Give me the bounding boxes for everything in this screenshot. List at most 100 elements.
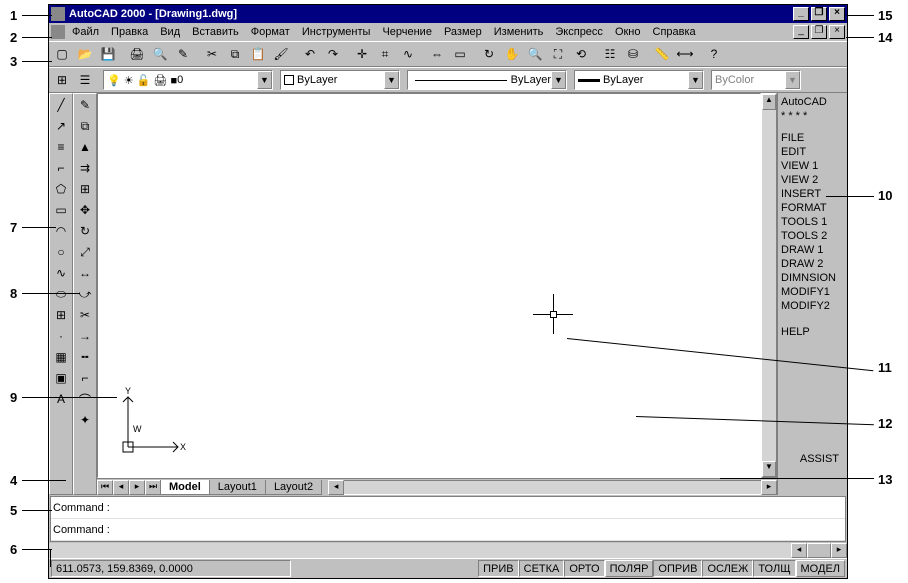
array-icon[interactable]: ⊞ [75, 179, 96, 199]
screen-menu-dimnsion[interactable]: DIMNSION [781, 271, 844, 285]
screen-menu-file[interactable]: FILE [781, 131, 844, 145]
redo-icon[interactable]: ↷ [322, 44, 344, 65]
explode-icon[interactable]: ✦ [75, 410, 96, 430]
zoom-realtime-icon[interactable]: 🔍 [524, 44, 546, 65]
polygon-icon[interactable]: ⬠ [51, 179, 72, 199]
dimension-icon[interactable]: ⟷ [674, 44, 696, 65]
hatch-icon[interactable]: ▦ [51, 347, 72, 367]
dropdown-icon[interactable]: ▼ [384, 71, 399, 89]
color-combo[interactable]: ByLayer ▼ [280, 70, 400, 90]
scroll-up-icon[interactable]: ▲ [762, 94, 776, 110]
dbconnect-icon[interactable]: ⛁ [622, 44, 644, 65]
app-icon[interactable] [51, 7, 65, 21]
break-icon[interactable]: ╍ [75, 347, 96, 367]
minimize-button[interactable]: _ [793, 7, 809, 21]
block-icon[interactable]: ⊞ [51, 305, 72, 325]
status-grid[interactable]: СЕТКА [519, 560, 565, 577]
ucs-icon[interactable]: ⌗ [374, 44, 396, 65]
status-model[interactable]: МОДЕЛ [796, 560, 845, 577]
status-osnap[interactable]: ОПРИВ [653, 560, 702, 577]
mdi-restore-button[interactable]: ❐ [811, 25, 827, 39]
spell-icon[interactable]: ✎ [172, 44, 194, 65]
print-icon[interactable]: 🖨 [126, 44, 148, 65]
pan-icon[interactable]: ✋ [501, 44, 523, 65]
dropdown-icon[interactable]: ▼ [551, 71, 566, 89]
horizontal-scrollbar[interactable]: ◂ ▸ [328, 480, 777, 495]
screen-menu-draw1[interactable]: DRAW 1 [781, 243, 844, 257]
tab-next-icon[interactable]: ▸ [129, 480, 145, 495]
tab-layout2[interactable]: Layout2 [265, 480, 322, 495]
scroll-left-icon[interactable]: ◂ [791, 543, 807, 558]
pline-icon[interactable]: ⌐ [51, 158, 72, 178]
screen-menu-view1[interactable]: VIEW 1 [781, 159, 844, 173]
rectangle-icon[interactable]: ▭ [51, 200, 72, 220]
tab-layout1[interactable]: Layout1 [209, 480, 266, 495]
screen-menu-modify2[interactable]: MODIFY2 [781, 299, 844, 313]
new-icon[interactable]: ▢ [51, 44, 73, 65]
mline-icon[interactable]: ≡ [51, 137, 72, 157]
screen-menu-view2[interactable]: VIEW 2 [781, 173, 844, 187]
line-icon[interactable]: ╱ [51, 95, 72, 115]
scroll-right-icon[interactable]: ▸ [831, 543, 847, 558]
scroll-thumb[interactable] [807, 543, 831, 558]
stretch-icon[interactable]: ↔ [75, 263, 96, 283]
make-layer-current-icon[interactable]: ⊞ [51, 70, 73, 91]
menu-window[interactable]: Окно [610, 26, 646, 38]
screen-menu-assist[interactable]: ASSIST [800, 452, 839, 466]
status-ortho[interactable]: ОРТО [564, 560, 604, 577]
extend-icon[interactable]: → [75, 326, 96, 346]
ellipse-icon[interactable]: ⬭ [51, 284, 72, 304]
tab-model[interactable]: Model [160, 480, 210, 495]
status-snap[interactable]: ПРИВ [478, 560, 519, 577]
rotate-icon[interactable]: ↻ [75, 221, 96, 241]
distance-icon[interactable]: ⇔ [426, 44, 448, 65]
tab-last-icon[interactable]: ⏭ [145, 480, 161, 495]
menu-file[interactable]: Файл [67, 26, 104, 38]
region-icon[interactable]: ▣ [51, 368, 72, 388]
mdi-minimize-button[interactable]: _ [793, 25, 809, 39]
lengthen-icon[interactable]: ⤻ [75, 284, 96, 304]
text-icon[interactable]: A [51, 389, 72, 409]
help-icon[interactable]: ? [703, 44, 725, 65]
erase-icon[interactable]: ✎ [75, 95, 96, 115]
match-prop-icon[interactable]: 🖌 [270, 44, 292, 65]
menu-help[interactable]: Справка [648, 26, 701, 38]
offset-icon[interactable]: ⇉ [75, 158, 96, 178]
trim-icon[interactable]: ✂ [75, 305, 96, 325]
mirror-icon[interactable]: ▲ [75, 137, 96, 157]
drawing-area[interactable]: X Y W [97, 93, 761, 478]
copy-icon[interactable]: ⧉ [224, 44, 246, 65]
maximize-button[interactable]: ❐ [811, 7, 827, 21]
point-icon[interactable]: · [51, 326, 72, 346]
chamfer-icon[interactable]: ⌐ [75, 368, 96, 388]
tracking-icon[interactable]: ∿ [397, 44, 419, 65]
layer-combo[interactable]: 💡 ☀ 🔓 🖨 ■ 0 ▼ [103, 70, 273, 90]
screen-menu-draw2[interactable]: DRAW 2 [781, 257, 844, 271]
menu-insert[interactable]: Вставить [187, 26, 244, 38]
arc-icon[interactable]: ◠ [51, 221, 72, 241]
linetype-combo[interactable]: ByLayer ▼ [407, 70, 567, 90]
properties-icon[interactable]: ☷ [599, 44, 621, 65]
menu-modify[interactable]: Изменить [489, 26, 549, 38]
screen-menu-tools2[interactable]: TOOLS 2 [781, 229, 844, 243]
open-icon[interactable]: 📂 [74, 44, 96, 65]
layers-icon[interactable]: ☰ [74, 70, 96, 91]
menu-draw[interactable]: Черчение [377, 26, 437, 38]
tab-first-icon[interactable]: ⏮ [97, 480, 113, 495]
screen-menu-insert[interactable]: INSERT [781, 187, 844, 201]
tab-prev-icon[interactable]: ◂ [113, 480, 129, 495]
menu-view[interactable]: Вид [155, 26, 185, 38]
lineweight-combo[interactable]: ByLayer ▼ [574, 70, 704, 90]
print-preview-icon[interactable]: 🔍 [149, 44, 171, 65]
status-otrack[interactable]: ОСЛЕЖ [702, 560, 753, 577]
screen-menu-modify1[interactable]: MODIFY1 [781, 285, 844, 299]
screen-menu-help[interactable]: HELP [781, 325, 844, 339]
coordinate-display[interactable]: 611.0573, 159.8369, 0.0000 [51, 560, 291, 577]
zoom-window-icon[interactable]: ⛶ [547, 44, 569, 65]
fillet-icon[interactable]: ⌒ [75, 389, 96, 409]
menu-edit[interactable]: Правка [106, 26, 153, 38]
mdi-close-button[interactable]: × [829, 25, 845, 39]
snap-from-icon[interactable]: ✛ [351, 44, 373, 65]
zoom-previous-icon[interactable]: ⟲ [570, 44, 592, 65]
menu-tools[interactable]: Инструменты [297, 26, 376, 38]
